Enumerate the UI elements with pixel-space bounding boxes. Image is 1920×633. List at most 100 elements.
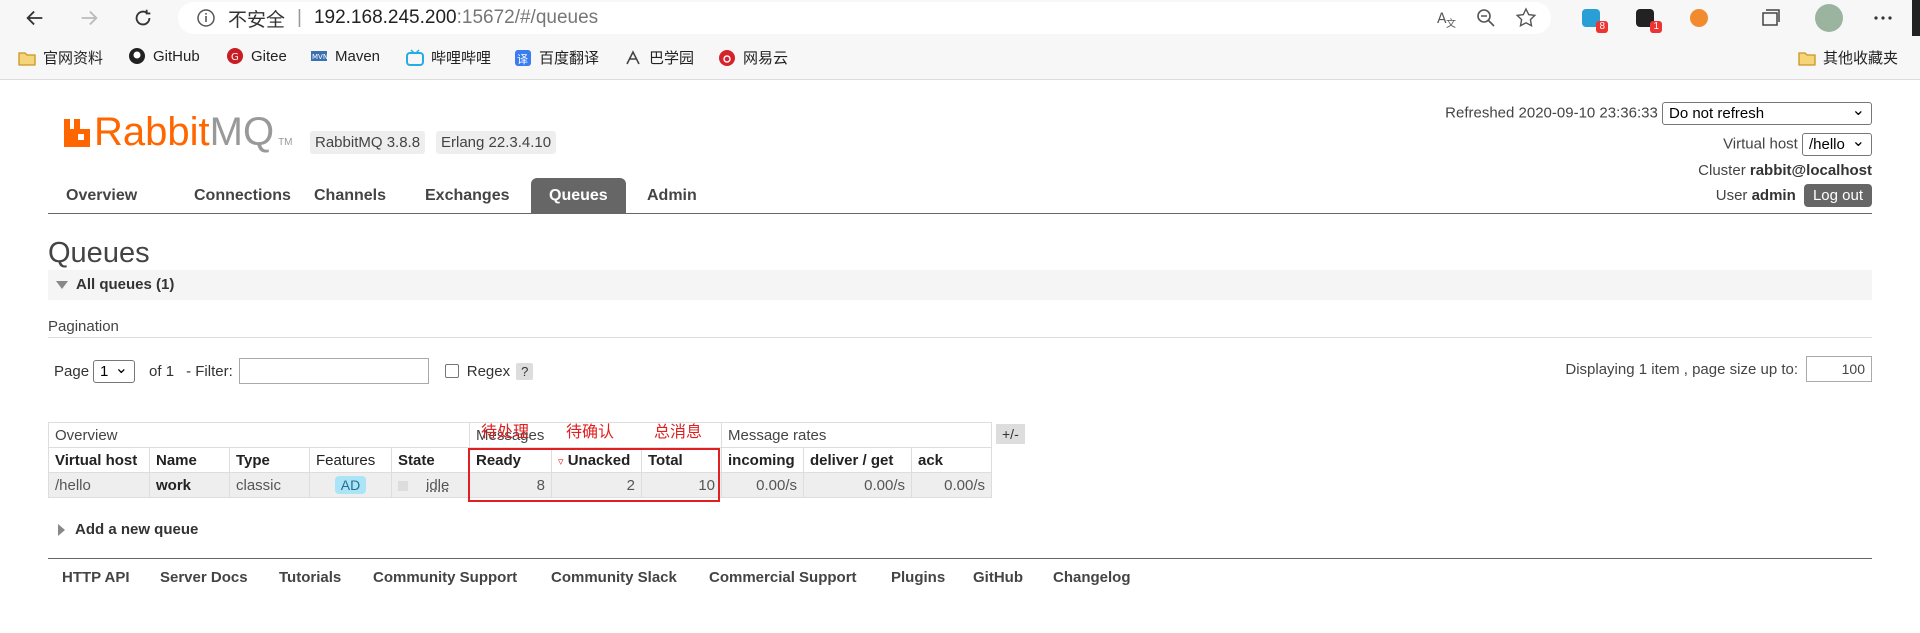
footer: HTTP API Server Docs Tutorials Community… — [48, 558, 1872, 586]
footer-link-github[interactable]: GitHub — [973, 569, 1023, 586]
all-queues-toggle[interactable]: All queues (1) — [48, 270, 1872, 300]
bookmark-item[interactable]: 网易云 — [718, 47, 788, 68]
bookmark-item[interactable]: 译 百度翻译 — [514, 47, 599, 68]
extension-1-icon[interactable]: 8 — [1578, 5, 1608, 33]
github-icon — [129, 48, 145, 64]
columns-toggle-button[interactable]: +/- — [996, 424, 1025, 444]
group-overview: Overview — [48, 422, 470, 448]
tab-exchanges[interactable]: Exchanges — [407, 178, 527, 214]
bookmark-item[interactable]: G Gitee — [226, 47, 287, 65]
extension-2-badge: 1 — [1650, 21, 1662, 33]
vhost-label: Virtual host — [1723, 135, 1798, 153]
tab-admin[interactable]: Admin — [629, 178, 715, 214]
erlang-version: Erlang 22.3.4.10 — [436, 131, 557, 154]
other-bookmarks[interactable]: 其他收藏夹 — [1798, 47, 1898, 68]
baidu-translate-icon: 译 — [515, 49, 531, 66]
col-name[interactable]: Name — [149, 447, 230, 473]
state-indicator-icon — [398, 480, 408, 491]
col-deliver-get[interactable]: deliver / get — [803, 447, 912, 473]
refresh-select[interactable]: Do not refresh — [1662, 100, 1872, 125]
col-incoming[interactable]: incoming — [721, 447, 804, 473]
bookmark-item[interactable]: MVN Maven — [310, 47, 380, 65]
bookmark-item[interactable]: 哔哩哔哩 — [406, 47, 491, 68]
address-path: :15672/#/queues — [456, 7, 599, 28]
footer-link-community-support[interactable]: Community Support — [373, 569, 517, 586]
cluster-row: Cluster rabbit@localhost — [1698, 162, 1872, 179]
cell-incoming: 0.00/s — [721, 472, 804, 498]
displaying-label: Displaying 1 item , page size up to: — [1565, 360, 1798, 378]
rabbitmq-logo-icon — [64, 118, 90, 147]
vhost-select[interactable]: /hello — [1802, 131, 1872, 156]
col-state[interactable]: State — [391, 447, 470, 473]
extension-3-icon[interactable] — [1686, 5, 1712, 31]
gitee-icon: G — [227, 48, 243, 64]
collapse-triangle-icon — [56, 281, 68, 290]
filter-input[interactable] — [238, 358, 429, 384]
page-of-label: of 1 — [149, 362, 175, 380]
col-total[interactable]: Total — [641, 447, 722, 473]
bookmark-label: 哔哩哔哩 — [431, 50, 492, 67]
reload-icon[interactable] — [126, 1, 160, 35]
table-row[interactable]: /hello work classic AD idle 8 2 10 0.00/… — [48, 472, 992, 498]
cluster-label: Cluster — [1698, 162, 1746, 179]
annotation-ready: 待处理 — [481, 424, 530, 441]
bxy-icon — [626, 49, 640, 64]
col-virtual-host[interactable]: Virtual host — [48, 447, 150, 473]
favorite-star-icon[interactable] — [1515, 7, 1537, 29]
info-icon[interactable] — [196, 8, 216, 28]
zoom-icon[interactable] — [1475, 7, 1497, 29]
profile-avatar-icon[interactable] — [1814, 3, 1844, 33]
cell-vhost: /hello — [48, 472, 150, 498]
bookmark-item[interactable]: 官网资料 — [18, 47, 103, 68]
bookmark-item[interactable]: 巴学园 — [624, 47, 694, 68]
translate-icon[interactable]: A文 — [1435, 7, 1457, 30]
bookmark-item[interactable]: GitHub — [128, 47, 200, 65]
footer-link-server-docs[interactable]: Server Docs — [160, 569, 248, 586]
bookmark-label: Maven — [335, 47, 381, 65]
address-separator: | — [297, 7, 302, 28]
footer-link-plugins[interactable]: Plugins — [891, 569, 945, 586]
footer-link-changelog[interactable]: Changelog — [1053, 569, 1131, 586]
page-title: Queues — [48, 237, 150, 269]
col-unacked[interactable]: ▿ Unacked — [551, 447, 642, 473]
insecure-label: 不安全 — [228, 9, 286, 31]
cell-ready: 8 — [469, 472, 552, 498]
maven-icon: MVN — [311, 51, 328, 61]
back-icon[interactable] — [18, 1, 52, 35]
add-queue-toggle[interactable]: Add a new queue — [58, 521, 198, 538]
tab-channels[interactable]: Channels — [296, 178, 404, 214]
regex-checkbox[interactable] — [444, 364, 459, 378]
collections-icon[interactable] — [1758, 5, 1784, 31]
refreshed-label: Refreshed 2020-09-10 23:36:33 — [1445, 104, 1658, 122]
group-message-rates: Message rates — [721, 422, 992, 448]
more-menu-icon[interactable] — [1870, 5, 1896, 31]
tab-overview[interactable]: Overview — [48, 178, 155, 214]
bookmark-label: 百度翻译 — [539, 50, 600, 67]
queue-name-link[interactable]: work — [149, 472, 230, 498]
address-bar[interactable]: 不安全 | 192.168.245.200:15672/#/queues A文 — [178, 2, 1551, 34]
extension-2-icon[interactable]: 1 — [1632, 5, 1662, 33]
col-type[interactable]: Type — [229, 447, 310, 473]
logo-mq-text: MQ — [209, 110, 275, 154]
regex-help-button[interactable]: ? — [516, 362, 534, 380]
col-unacked-label: Unacked — [567, 451, 631, 469]
autodelete-badge[interactable]: AD — [334, 476, 367, 494]
bilibili-icon — [406, 48, 424, 66]
footer-link-commercial-support[interactable]: Commercial Support — [709, 569, 857, 586]
extension-1-badge: 8 — [1596, 21, 1608, 33]
col-ack[interactable]: ack — [911, 447, 992, 473]
page-size-input[interactable]: 100 — [1806, 356, 1872, 382]
footer-link-community-slack[interactable]: Community Slack — [551, 569, 677, 586]
folder-icon — [1798, 51, 1816, 66]
footer-link-http-api[interactable]: HTTP API — [62, 569, 130, 586]
tab-connections[interactable]: Connections — [176, 178, 309, 214]
address-host: 192.168.245.200 — [313, 7, 457, 28]
rabbitmq-version: RabbitMQ 3.8.8 — [310, 131, 426, 154]
tab-queues[interactable]: Queues — [531, 178, 626, 214]
col-ready[interactable]: Ready — [469, 447, 552, 473]
footer-link-tutorials[interactable]: Tutorials — [279, 569, 341, 586]
rabbitmq-logo[interactable]: Rabbit MQ TM — [62, 110, 293, 155]
vhost-row: Virtual host /hello — [1723, 131, 1872, 156]
forward-icon[interactable] — [72, 1, 106, 35]
page-select[interactable]: 1 — [93, 358, 136, 383]
